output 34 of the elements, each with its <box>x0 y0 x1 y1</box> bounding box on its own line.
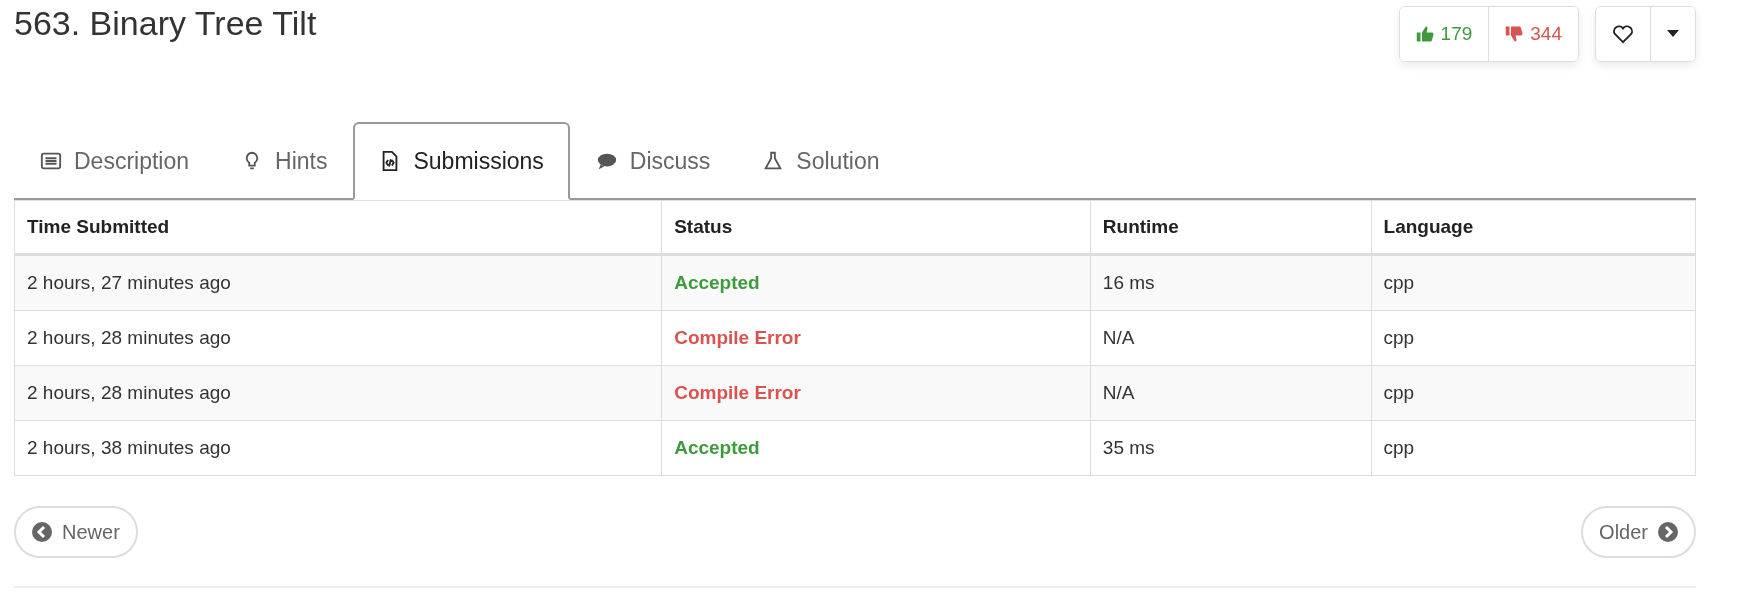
table-cell: 16 ms <box>1090 254 1372 311</box>
newer-button[interactable]: Newer <box>14 506 138 558</box>
favorite-button[interactable] <box>1596 7 1650 61</box>
table-cell: cpp <box>1371 420 1696 476</box>
status-link[interactable]: Accepted <box>674 437 760 458</box>
thumbs-down-icon <box>1505 25 1524 43</box>
list-icon <box>40 150 62 172</box>
table-cell: cpp <box>1371 365 1696 421</box>
tab[interactable]: Solution <box>736 122 906 200</box>
tab[interactable]: Discuss <box>569 122 737 200</box>
tab[interactable]: Hints <box>215 122 354 200</box>
table-cell: N/A <box>1090 365 1372 421</box>
table-cell: 2 hours, 27 minutes ago <box>14 254 662 311</box>
table-cell: 2 hours, 38 minutes ago <box>14 420 662 476</box>
table-cell: 2 hours, 28 minutes ago <box>14 365 662 421</box>
tab[interactable]: Description <box>14 122 216 200</box>
status-link[interactable]: Accepted <box>674 272 760 293</box>
status-link[interactable]: Compile Error <box>674 382 801 403</box>
downvote-button[interactable]: 344 <box>1488 7 1578 61</box>
chevron-right-circle-icon <box>1658 522 1678 542</box>
caret-icon <box>1667 30 1679 38</box>
table-cell: cpp <box>1371 254 1696 311</box>
table-cell: 2 hours, 28 minutes ago <box>14 310 662 366</box>
table-cell: cpp <box>1371 310 1696 366</box>
tab[interactable]: Submissions <box>353 122 570 200</box>
upvote-button[interactable]: 179 <box>1399 7 1489 61</box>
problem-title: 563. Binary Tree Tilt <box>14 4 317 43</box>
table-cell: N/A <box>1090 310 1372 366</box>
chevron-left-circle-icon <box>32 522 52 542</box>
heart-icon <box>1612 24 1634 44</box>
thumbs-up-icon <box>1415 25 1434 43</box>
older-button[interactable]: Older <box>1581 506 1696 558</box>
status-link[interactable]: Compile Error <box>674 327 801 348</box>
table-cell: 35 ms <box>1090 420 1372 476</box>
